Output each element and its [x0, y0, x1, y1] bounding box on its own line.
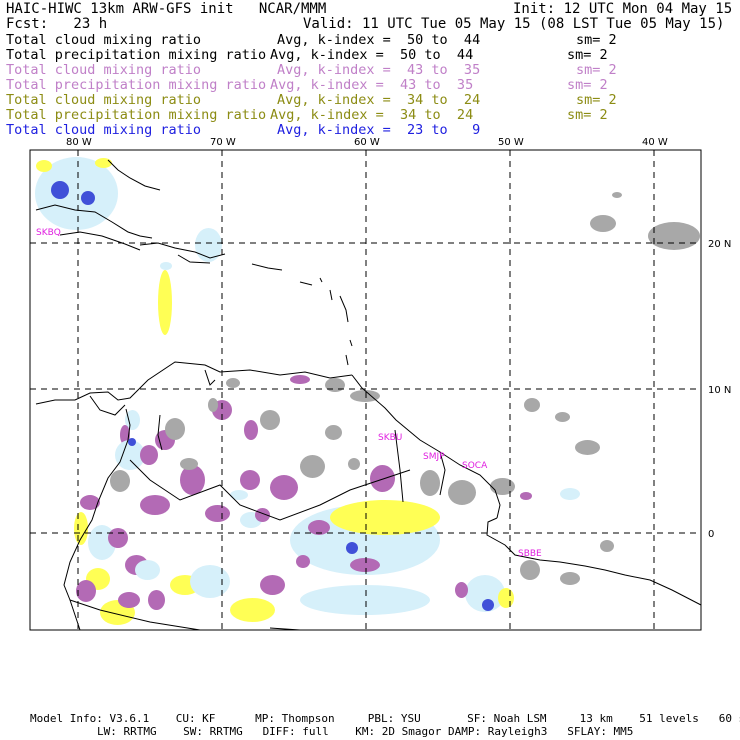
purple-patch [148, 590, 165, 610]
yellow-patch [498, 588, 514, 608]
gray-patch [260, 410, 280, 430]
gray-patch [110, 470, 130, 492]
purple-patch [244, 420, 258, 440]
blue-core [346, 542, 358, 554]
station-label: SKBQ [36, 228, 61, 238]
lightblue-patch [160, 262, 172, 270]
blue-core [128, 438, 136, 446]
purple-patch [350, 558, 380, 572]
purple-patch [140, 445, 158, 465]
lightblue-patch [560, 488, 580, 500]
yellow-patch [230, 598, 275, 622]
gray-patch [590, 215, 616, 232]
gray-patch [325, 378, 345, 392]
yellow-patch [158, 270, 172, 335]
station-label: SBBE [518, 549, 542, 559]
purple-patch [260, 575, 285, 595]
purple-patch [118, 592, 140, 608]
gray-patch [648, 222, 700, 250]
lon-label: 70 W [210, 137, 236, 148]
lat-label: 10 N [708, 385, 731, 396]
model-info-line2: LW: RRTMG SW: RRTMG DIFF: full KM: 2D Sm… [97, 725, 634, 738]
lightblue-patch [135, 560, 160, 580]
lon-label: 60 W [354, 137, 380, 148]
station-label: SMJP [423, 452, 445, 462]
purple-patch [290, 375, 310, 384]
purple-patch [140, 495, 170, 515]
purple-patch [296, 555, 310, 568]
yellow-patch [36, 160, 52, 172]
lightblue-patch [230, 490, 248, 500]
gray-patch [300, 455, 325, 478]
gray-patch [490, 478, 515, 495]
gray-patch [180, 458, 198, 470]
model-info-line1: Model Info: V3.6.1 CU: KF MP: Thompson P… [30, 712, 740, 725]
yellow-patch [95, 158, 112, 168]
purple-patch [108, 528, 128, 548]
purple-patch [240, 470, 260, 490]
gray-patch [448, 480, 476, 505]
purple-patch [76, 580, 96, 602]
blue-core [482, 599, 494, 611]
lon-label: 50 W [498, 137, 524, 148]
purple-patch [270, 475, 298, 500]
gray-patch [348, 458, 360, 470]
weather-map: 80 W 70 W 60 W 50 W 40 W 20 N 10 N 0 SKBU SMJP SO… [29, 137, 731, 631]
purple-patch [370, 465, 395, 492]
gray-patch [600, 540, 614, 552]
lat-label: 0 [708, 529, 714, 540]
purple-patch [205, 505, 230, 522]
yellow-patch [74, 512, 88, 545]
yellow-patch [330, 500, 440, 535]
station-label: SOCA [462, 461, 488, 471]
blue-core [81, 191, 95, 205]
lon-label: 40 W [642, 137, 668, 148]
purple-patch [80, 495, 100, 510]
gray-patch [524, 398, 540, 412]
gray-patch [560, 572, 580, 585]
gray-patch [226, 378, 240, 388]
lightblue-patch [190, 565, 230, 598]
station-label: SKBU [378, 433, 402, 443]
blue-core [51, 181, 69, 199]
purple-patch [455, 582, 468, 598]
gray-patch [575, 440, 600, 455]
gray-patch [555, 412, 570, 422]
gray-patch [420, 470, 440, 496]
gray-patch [325, 425, 342, 440]
lat-label: 20 N [708, 239, 731, 250]
gray-patch [520, 560, 540, 580]
purple-patch [520, 492, 532, 500]
gray-patch [612, 192, 622, 198]
lightblue-patch [300, 585, 430, 615]
lon-label: 80 W [66, 137, 92, 148]
gray-patch [165, 418, 185, 440]
gray-patch [208, 398, 218, 412]
